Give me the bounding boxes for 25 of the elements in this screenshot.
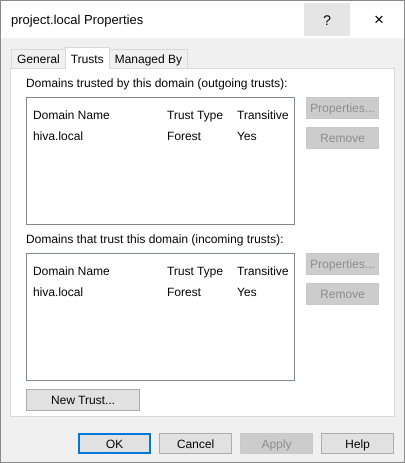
table-cell: Yes	[237, 284, 257, 298]
window-title: project.local Properties	[10, 12, 144, 27]
tab[interactable]: Trusts	[64, 47, 110, 69]
dialog-button[interactable]: Cancel	[159, 433, 232, 454]
dialog-button[interactable]: OK	[78, 433, 151, 454]
table-cell-text: hiva.local	[33, 284, 84, 298]
section-label: Domains trusted by this domain (outgoing trusts):	[26, 75, 288, 92]
table-cell-text: Forest	[167, 284, 202, 298]
new-trust-button[interactable]: New Trust...	[26, 389, 140, 411]
table-cell-text: hiva.local	[33, 128, 84, 142]
table-cell: Yes	[237, 128, 257, 142]
column-header[interactable]: Transitive	[237, 108, 289, 122]
help-button[interactable]: ?	[304, 3, 350, 36]
column-header[interactable]: Transitive	[237, 264, 289, 278]
trust-list[interactable]: Domain Name Trust Type Transitive hiva.local Forest Yes	[26, 97, 295, 225]
column-header[interactable]: Domain Name	[33, 108, 167, 122]
table-cell-text: Forest	[167, 128, 202, 142]
section-label: Domains that trust this domain (incoming trusts):	[26, 231, 284, 248]
column-header[interactable]: Trust Type	[167, 108, 237, 122]
tab[interactable]: Managed By	[108, 49, 188, 68]
trust-list[interactable]: Domain Name Trust Type Transitive hiva.local Forest Yes	[26, 253, 295, 381]
column-header[interactable]: Trust Type	[167, 264, 237, 278]
tab[interactable]: General	[11, 49, 66, 68]
column-header[interactable]: Domain Name	[33, 264, 167, 278]
dialog-button[interactable]: Help	[321, 433, 394, 454]
